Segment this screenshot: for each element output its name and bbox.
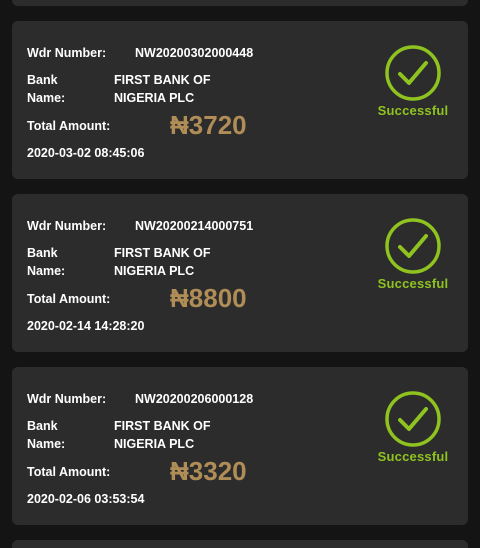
bank-name-label-line1: Bank — [27, 73, 58, 87]
withdrawal-date: 2020-03-02 08:45:06 — [27, 146, 145, 160]
withdrawal-card-partial-bottom[interactable] — [12, 540, 468, 548]
withdrawal-card-partial-top[interactable] — [12, 0, 468, 6]
status-text: Successful — [377, 103, 449, 118]
wdr-number-label: Wdr Number: — [27, 46, 107, 60]
bank-name-label-line2: Name: — [27, 264, 66, 278]
status-badge: Successful — [376, 44, 450, 118]
status-text: Successful — [377, 276, 449, 291]
wdr-number-value: NW20200206000128 — [135, 392, 254, 406]
bank-name-line2: NIGERIA PLC — [114, 437, 195, 451]
bank-name-line1: FIRST BANK OF — [114, 246, 211, 260]
bank-name-line1: FIRST BANK OF — [114, 73, 211, 87]
wdr-number-label: Wdr Number: — [27, 219, 107, 233]
check-circle-icon — [385, 45, 441, 101]
withdrawal-date: 2020-02-14 14:28:20 — [27, 319, 145, 333]
wdr-number-value: NW20200302000448 — [135, 46, 254, 60]
withdrawal-card[interactable]: Wdr Number: NW20200214000751 Bank Name: … — [12, 194, 468, 352]
total-amount-value: ₦8800 — [170, 283, 247, 313]
bank-name-value: FIRST BANK OF NIGERIA PLC — [114, 244, 244, 280]
bank-name-label-line2: Name: — [27, 91, 66, 105]
bank-name-line2: NIGERIA PLC — [114, 264, 195, 278]
bank-name-label: Bank Name: — [27, 244, 97, 280]
total-amount-label: Total Amount: — [27, 292, 111, 306]
bank-name-line2: NIGERIA PLC — [114, 91, 195, 105]
wdr-number-value: NW20200214000751 — [135, 219, 254, 233]
bank-name-label: Bank Name: — [27, 417, 97, 453]
bank-name-value: FIRST BANK OF NIGERIA PLC — [114, 71, 244, 107]
withdrawal-history-list: Wdr Number: NW20200302000448 Bank Name: … — [0, 0, 480, 548]
bank-name-label: Bank Name: — [27, 71, 97, 107]
check-circle-icon — [385, 218, 441, 274]
total-amount-value: ₦3320 — [170, 456, 247, 486]
bank-name-line1: FIRST BANK OF — [114, 419, 211, 433]
withdrawal-card[interactable]: Wdr Number: NW20200206000128 Bank Name: … — [12, 367, 468, 525]
bank-name-label-line1: Bank — [27, 246, 58, 260]
bank-name-value: FIRST BANK OF NIGERIA PLC — [114, 417, 244, 453]
total-amount-label: Total Amount: — [27, 465, 111, 479]
status-badge: Successful — [376, 390, 450, 464]
wdr-number-label: Wdr Number: — [27, 392, 107, 406]
bank-name-label-line1: Bank — [27, 419, 58, 433]
status-badge: Successful — [376, 217, 450, 291]
withdrawal-date: 2020-02-06 03:53:54 — [27, 492, 145, 506]
withdrawal-card[interactable]: Wdr Number: NW20200302000448 Bank Name: … — [12, 21, 468, 179]
status-text: Successful — [377, 449, 449, 464]
total-amount-value: ₦3720 — [170, 110, 247, 140]
total-amount-label: Total Amount: — [27, 119, 111, 133]
check-circle-icon — [385, 391, 441, 447]
bank-name-label-line2: Name: — [27, 437, 66, 451]
